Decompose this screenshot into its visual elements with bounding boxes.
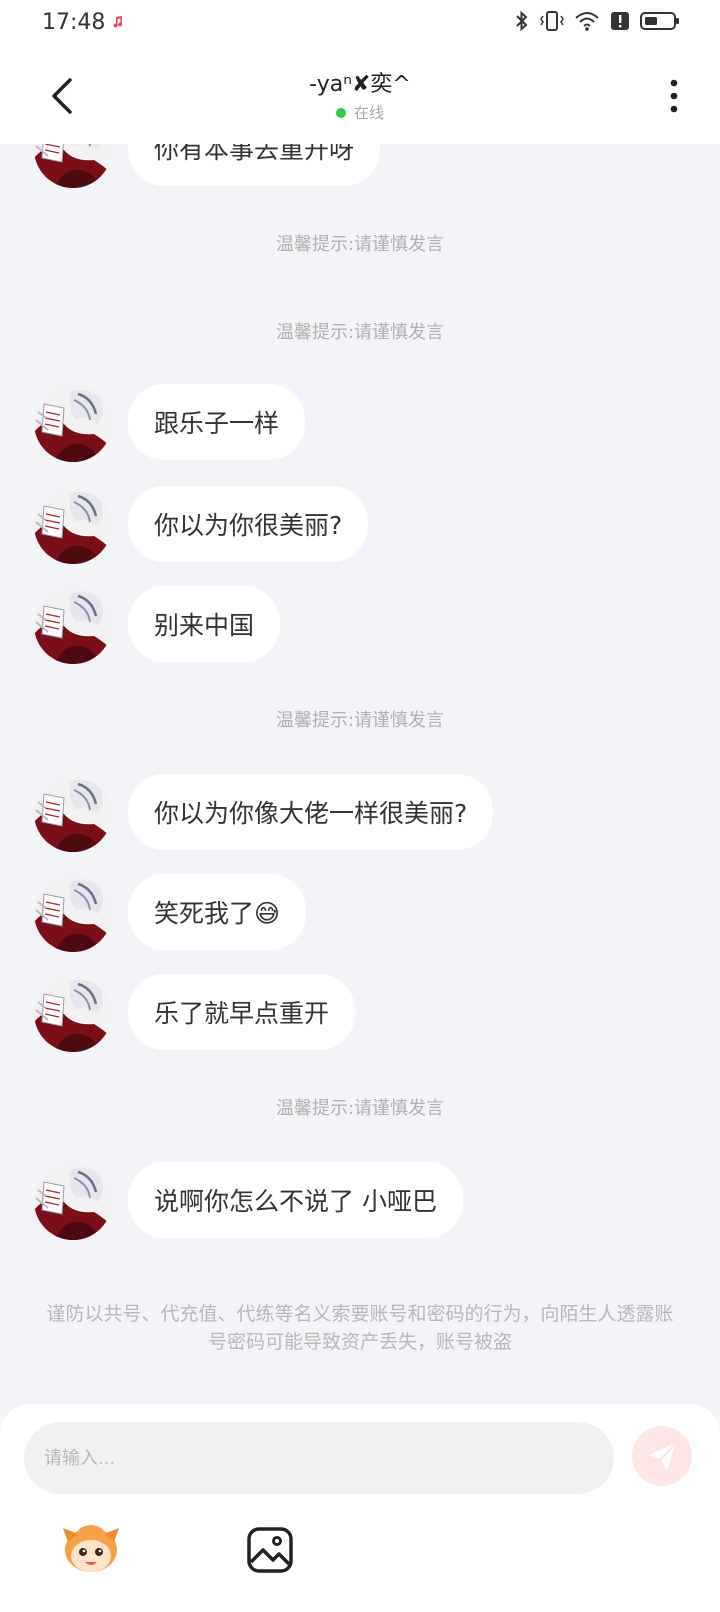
avatar-image — [34, 384, 112, 462]
vibrate-icon — [540, 11, 564, 31]
avatar[interactable] — [34, 586, 112, 664]
composer — [0, 1404, 720, 1612]
image-icon[interactable] — [246, 1526, 294, 1574]
avatar-image — [34, 774, 112, 852]
message-row: 跟乐子一样 — [34, 384, 306, 462]
message-bubble[interactable]: 笑死我了😅 — [128, 874, 307, 950]
status-bar: 17:48 — [0, 0, 720, 48]
send-icon — [648, 1442, 677, 1470]
emoji-mascot-icon[interactable] — [60, 1520, 122, 1582]
chat-header: -yaⁿ✘奕^ 在线 — [0, 48, 720, 144]
online-status: 在线 — [335, 102, 384, 123]
online-dot-icon — [335, 107, 346, 118]
send-button[interactable] — [632, 1426, 692, 1486]
message-bubble[interactable]: 说啊你怎么不说了 小哑巴 — [128, 1162, 463, 1238]
message-input[interactable] — [24, 1422, 614, 1494]
message-bubble[interactable]: 乐了就早点重开 — [128, 974, 356, 1050]
contact-info: -yaⁿ✘奕^ 在线 — [0, 66, 720, 123]
message-row: 你以为你很美丽? — [34, 486, 369, 564]
music-app-icon — [109, 13, 127, 31]
avatar-image — [34, 874, 112, 952]
message-row: 乐了就早点重开 — [34, 974, 356, 1052]
message-row: 你以为你像大佬一样很美丽? — [34, 774, 494, 852]
wifi-icon — [575, 12, 599, 31]
system-tip: 温馨提示:请谨慎发言 — [275, 234, 445, 255]
avatar[interactable] — [34, 774, 112, 852]
more-options-icon[interactable] — [664, 76, 684, 116]
avatar-image — [34, 1162, 112, 1240]
battery-icon — [640, 12, 679, 30]
avatar[interactable] — [34, 1162, 112, 1240]
message-bubble[interactable]: 你以为你很美丽? — [128, 486, 369, 562]
avatar-image — [34, 144, 112, 188]
safety-notice: 谨防以共号、代充值、代练等名义索要账号和密码的行为，向陌生人透露账号密码可能导致… — [46, 1303, 674, 1353]
avatar-image — [34, 974, 112, 1052]
alert-icon — [611, 12, 629, 30]
system-tip: 温馨提示:请谨慎发言 — [275, 710, 445, 731]
avatar[interactable] — [34, 384, 112, 462]
message-row: 说啊你怎么不说了 小哑巴 — [34, 1162, 463, 1240]
system-tip: 温馨提示:请谨慎发言 — [275, 322, 445, 343]
message-row: 你有本事去重开呀 — [34, 144, 381, 188]
bluetooth-icon — [516, 10, 528, 32]
message-bubble[interactable]: 跟乐子一样 — [128, 384, 306, 460]
message-list[interactable]: 你有本事去重开呀温馨提示:请谨慎发言 温馨提示:请谨慎发言 跟乐子一样 你以为你很… — [0, 144, 720, 1404]
message-bubble[interactable]: 别来中国 — [128, 586, 281, 662]
message-row: 笑死我了😅 — [34, 874, 307, 952]
avatar-image — [34, 486, 112, 564]
status-time: 17:48 — [42, 10, 106, 35]
contact-name: -yaⁿ✘奕^ — [309, 72, 411, 97]
message-row: 别来中国 — [34, 586, 281, 664]
status-icons — [514, 10, 680, 32]
avatar[interactable] — [34, 974, 112, 1052]
avatar[interactable] — [34, 144, 112, 188]
message-bubble[interactable]: 你以为你像大佬一样很美丽? — [128, 774, 494, 850]
avatar[interactable] — [34, 874, 112, 952]
avatar[interactable] — [34, 486, 112, 564]
avatar-image — [34, 586, 112, 664]
online-status-label: 在线 — [353, 104, 384, 122]
system-tip: 温馨提示:请谨慎发言 — [275, 1098, 445, 1119]
message-bubble[interactable]: 你有本事去重开呀 — [128, 144, 381, 186]
